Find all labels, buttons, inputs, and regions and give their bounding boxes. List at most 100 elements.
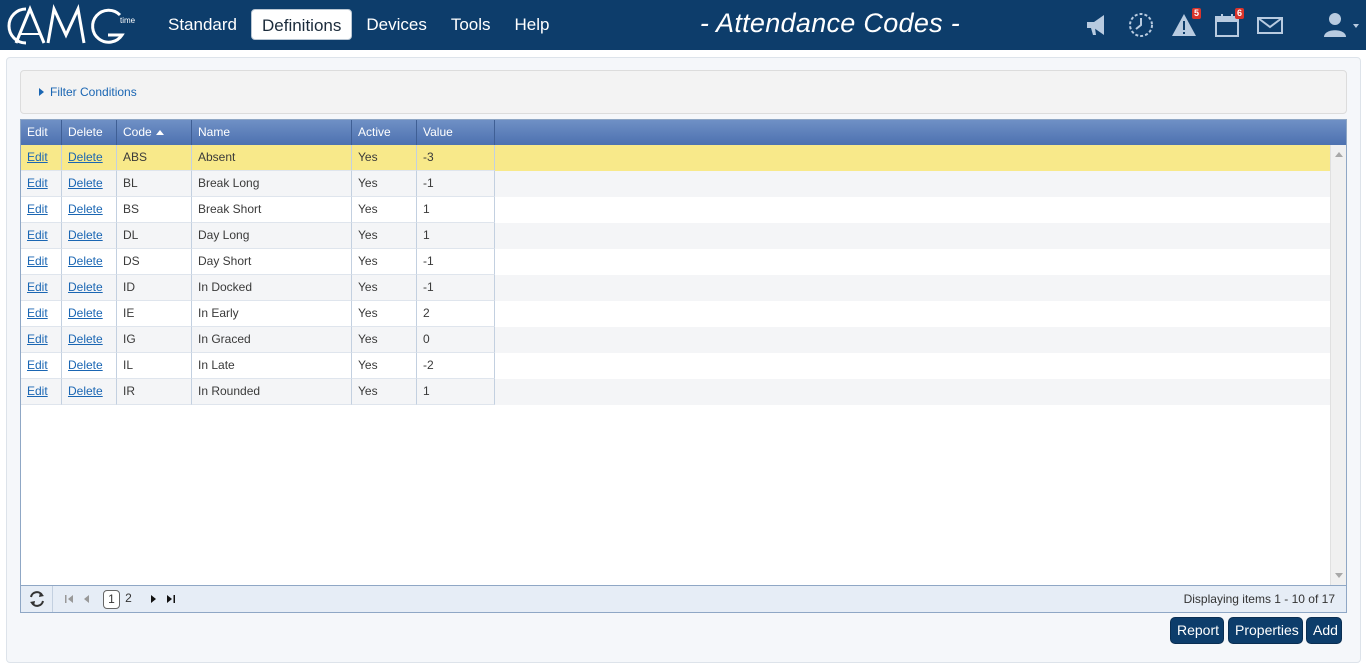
properties-button[interactable]: Properties bbox=[1228, 617, 1303, 644]
active-cell: Yes bbox=[352, 249, 417, 275]
col-header-active[interactable]: Active bbox=[352, 120, 417, 145]
edit-link[interactable]: Edit bbox=[21, 275, 62, 301]
filter-conditions-toggle[interactable]: Filter Conditions bbox=[39, 85, 137, 99]
edit-link[interactable]: Edit bbox=[21, 223, 62, 249]
code-cell: DS bbox=[117, 249, 192, 275]
table-row[interactable]: Edit Delete ABS Absent Yes -3 bbox=[21, 145, 1331, 171]
active-cell: Yes bbox=[352, 171, 417, 197]
active-cell: Yes bbox=[352, 145, 417, 171]
col-header-value[interactable]: Value bbox=[417, 120, 495, 145]
table-row[interactable]: Edit Delete DL Day Long Yes 1 bbox=[21, 223, 1331, 249]
value-cell: -2 bbox=[417, 353, 495, 379]
table-row[interactable]: Edit Delete IE In Early Yes 2 bbox=[21, 301, 1331, 327]
main-nav: Standard Definitions Devices Tools Help bbox=[158, 9, 564, 40]
nav-devices[interactable]: Devices bbox=[356, 9, 436, 40]
amg-time-logo[interactable]: time bbox=[4, 3, 140, 47]
page-2-button[interactable]: 2 bbox=[120, 590, 137, 609]
active-cell: Yes bbox=[352, 223, 417, 249]
edit-link[interactable]: Edit bbox=[21, 353, 62, 379]
delete-link[interactable]: Delete bbox=[62, 249, 117, 275]
delete-link[interactable]: Delete bbox=[62, 301, 117, 327]
grid-body: Edit Delete ABS Absent Yes -3 Edit Delet… bbox=[21, 145, 1331, 585]
edit-link[interactable]: Edit bbox=[21, 197, 62, 223]
value-cell: 2 bbox=[417, 301, 495, 327]
clock-icon[interactable] bbox=[1126, 10, 1156, 40]
filter-label: Filter Conditions bbox=[50, 85, 137, 99]
content-panel: Filter Conditions Edit Delete Code Name … bbox=[6, 57, 1361, 663]
table-row[interactable]: Edit Delete IL In Late Yes -2 bbox=[21, 353, 1331, 379]
edit-link[interactable]: Edit bbox=[21, 379, 62, 405]
table-row[interactable]: Edit Delete DS Day Short Yes -1 bbox=[21, 249, 1331, 275]
name-cell: Absent bbox=[192, 145, 352, 171]
name-cell: In Early bbox=[192, 301, 352, 327]
first-page-icon[interactable] bbox=[64, 594, 74, 604]
value-cell: -1 bbox=[417, 171, 495, 197]
code-cell: BL bbox=[117, 171, 192, 197]
col-header-name[interactable]: Name bbox=[192, 120, 352, 145]
delete-link[interactable]: Delete bbox=[62, 171, 117, 197]
col-header-code-label: Code bbox=[123, 125, 152, 139]
delete-link[interactable]: Delete bbox=[62, 275, 117, 301]
alert-icon[interactable]: 5 bbox=[1169, 8, 1201, 40]
user-icon[interactable] bbox=[1320, 10, 1360, 40]
calendar-icon[interactable]: 6 bbox=[1212, 8, 1244, 40]
value-cell: 0 bbox=[417, 327, 495, 353]
code-cell: IR bbox=[117, 379, 192, 405]
name-cell: In Late bbox=[192, 353, 352, 379]
page-title: - Attendance Codes - bbox=[699, 8, 961, 38]
filter-bar: Filter Conditions bbox=[20, 70, 1347, 114]
edit-link[interactable]: Edit bbox=[21, 301, 62, 327]
delete-link[interactable]: Delete bbox=[62, 327, 117, 353]
col-header-code[interactable]: Code bbox=[117, 120, 192, 145]
calendar-badge: 6 bbox=[1234, 8, 1244, 19]
delete-link[interactable]: Delete bbox=[62, 145, 117, 171]
delete-link[interactable]: Delete bbox=[62, 223, 117, 249]
delete-link[interactable]: Delete bbox=[62, 379, 117, 405]
page-1-button[interactable]: 1 bbox=[103, 590, 120, 609]
active-cell: Yes bbox=[352, 301, 417, 327]
grid-header: Edit Delete Code Name Active Value bbox=[21, 120, 1346, 145]
refresh-button[interactable] bbox=[21, 586, 53, 612]
col-header-edit[interactable]: Edit bbox=[21, 120, 62, 145]
mail-icon[interactable] bbox=[1255, 10, 1285, 40]
delete-link[interactable]: Delete bbox=[62, 353, 117, 379]
edit-link[interactable]: Edit bbox=[21, 327, 62, 353]
table-row[interactable]: Edit Delete BS Break Short Yes 1 bbox=[21, 197, 1331, 223]
code-cell: IE bbox=[117, 301, 192, 327]
table-row[interactable]: Edit Delete IR In Rounded Yes 1 bbox=[21, 379, 1331, 405]
nav-tools[interactable]: Tools bbox=[441, 9, 501, 40]
add-button[interactable]: Add bbox=[1306, 617, 1342, 644]
nav-definitions[interactable]: Definitions bbox=[251, 9, 353, 40]
pager-info: Displaying items 1 - 10 of 17 bbox=[1183, 592, 1335, 606]
report-button[interactable]: Report bbox=[1170, 617, 1224, 644]
active-cell: Yes bbox=[352, 327, 417, 353]
table-row[interactable]: Edit Delete IG In Graced Yes 0 bbox=[21, 327, 1331, 353]
name-cell: In Docked bbox=[192, 275, 352, 301]
top-bar: time Standard Definitions Devices Tools … bbox=[0, 0, 1366, 50]
code-cell: IG bbox=[117, 327, 192, 353]
value-cell: -3 bbox=[417, 145, 495, 171]
col-header-delete[interactable]: Delete bbox=[62, 120, 117, 145]
name-cell: Break Short bbox=[192, 197, 352, 223]
next-page-icon[interactable] bbox=[148, 594, 158, 604]
value-cell: -1 bbox=[417, 249, 495, 275]
code-cell: DL bbox=[117, 223, 192, 249]
name-cell: In Graced bbox=[192, 327, 352, 353]
last-page-icon[interactable] bbox=[166, 594, 176, 604]
delete-link[interactable]: Delete bbox=[62, 197, 117, 223]
scroll-down-icon[interactable] bbox=[1335, 573, 1343, 578]
edit-link[interactable]: Edit bbox=[21, 145, 62, 171]
megaphone-icon[interactable] bbox=[1082, 10, 1112, 40]
nav-standard[interactable]: Standard bbox=[158, 9, 247, 40]
table-row[interactable]: Edit Delete BL Break Long Yes -1 bbox=[21, 171, 1331, 197]
edit-link[interactable]: Edit bbox=[21, 171, 62, 197]
grid-pager: 1 2 Displaying items 1 - 10 of 17 bbox=[21, 585, 1346, 612]
code-cell: IL bbox=[117, 353, 192, 379]
value-cell: 1 bbox=[417, 197, 495, 223]
table-row[interactable]: Edit Delete ID In Docked Yes -1 bbox=[21, 275, 1331, 301]
edit-link[interactable]: Edit bbox=[21, 249, 62, 275]
vertical-scrollbar[interactable] bbox=[1330, 145, 1346, 585]
prev-page-icon[interactable] bbox=[82, 594, 92, 604]
nav-help[interactable]: Help bbox=[505, 9, 560, 40]
scroll-up-icon[interactable] bbox=[1335, 152, 1343, 157]
